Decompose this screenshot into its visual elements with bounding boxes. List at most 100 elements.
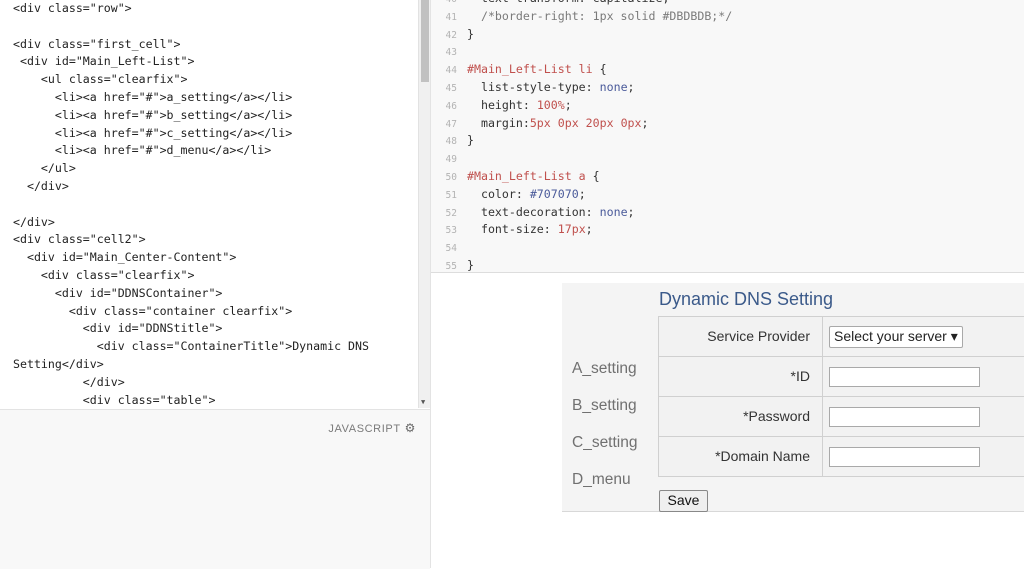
main-left-list: A_setting B_setting C_setting D_menu (562, 283, 658, 511)
html-code-line: <div class="row"> (13, 1, 132, 15)
nav-link-c-setting[interactable]: C_setting (572, 434, 637, 452)
css-code-line: 43 (431, 43, 1024, 61)
save-button[interactable]: Save (659, 490, 708, 512)
css-code-line: 50 #Main_Left-List a { (431, 168, 1024, 186)
html-code-line: <div id="Main_Left-List"> (13, 54, 195, 69)
nav-link-b-setting[interactable]: B_setting (572, 397, 637, 415)
html-code-line: <div class="cell2"> (13, 232, 146, 247)
line-number: 47 (445, 118, 457, 130)
id-input[interactable] (829, 367, 980, 387)
html-code-line: <li><a href="#">c_setting</a></li> (13, 125, 293, 140)
html-code-line: <div class="container clearfix"> (13, 303, 293, 318)
css-code-line: 47 margin:5px 0px 20px 0px; (431, 115, 1024, 133)
html-code-line: <li><a href="#">b_setting</a></li> (13, 107, 293, 122)
html-code-line: Setting</div> (13, 356, 104, 371)
css-token: { (592, 62, 607, 77)
css-code-line: 51 color: #707070; (431, 186, 1024, 204)
line-number: 51 (445, 189, 457, 201)
line-number: 52 (445, 207, 457, 219)
html-code-line: </div> (13, 178, 69, 193)
nav-link-a-setting[interactable]: A_setting (572, 360, 637, 378)
css-token: 100% (536, 97, 565, 112)
scrollbar-thumb[interactable] (421, 0, 429, 82)
html-code-line: <div id="DDNSContainer"> (13, 285, 223, 300)
css-code-line: 55} (431, 257, 1024, 272)
javascript-editor[interactable]: JAVASCRIPT ⚙ (0, 409, 430, 569)
line-number: 50 (445, 171, 457, 183)
service-provider-row: Service Provider Select your server ▾ (658, 316, 1024, 356)
container-title: Dynamic DNS Setting (659, 289, 834, 309)
line-number: 55 (445, 260, 457, 272)
css-token: ; (564, 97, 572, 112)
html-code-line (0, 196, 418, 214)
line-number: 44 (445, 65, 457, 77)
line-number: 43 (445, 47, 457, 59)
css-token: none (599, 79, 628, 94)
domain-name-label: *Domain Name (715, 448, 810, 464)
css-token: color: (467, 186, 530, 201)
scroll-down-arrow-icon[interactable]: ▼ (421, 398, 425, 406)
html-code-line: <div id="DDNStitle"> (13, 321, 223, 336)
password-label: *Password (743, 408, 810, 424)
css-token: font-size: (467, 222, 558, 237)
css-code-line: 45 list-style-type: none; (431, 79, 1024, 97)
css-token: text-decoration: (467, 204, 600, 219)
css-token: ; (641, 115, 649, 130)
css-token: #Main_Left-List li (467, 62, 593, 77)
html-code-line: <div class="table"> (13, 392, 216, 407)
domain-name-input[interactable] (829, 447, 980, 467)
html-code-line: <div id="Main_Center-Content"> (13, 250, 237, 265)
css-token: none (599, 204, 628, 219)
line-number: 49 (445, 154, 457, 166)
css-token: 5px 0px 20px 0px (529, 115, 642, 130)
html-code-line: <div class="ContainerTitle">Dynamic DNS (13, 339, 369, 354)
css-token: margin: (467, 115, 530, 130)
html-code-line: <ul class="clearfix"> (13, 72, 188, 87)
html-code-line: </div> (13, 214, 55, 229)
line-number: 45 (445, 82, 457, 94)
css-token: ; (627, 79, 635, 94)
html-code-line: </ul> (13, 161, 76, 176)
ddns-container: A_setting B_setting C_setting D_menu Dyn… (562, 283, 1024, 512)
line-number: 41 (445, 11, 457, 23)
css-token: #Main_Left-List a (467, 168, 586, 183)
domain-name-row: *Domain Name (658, 436, 1024, 477)
css-token: list-style-type: (467, 79, 600, 94)
html-code-line (0, 18, 418, 36)
css-code-line: 52 text-decoration: none; (431, 204, 1024, 222)
line-number: 54 (445, 243, 457, 255)
nav-link-d-menu[interactable]: D_menu (572, 471, 631, 489)
javascript-panel-label: JAVASCRIPT ⚙ (328, 421, 416, 435)
password-row: *Password (658, 396, 1024, 436)
gear-icon[interactable]: ⚙ (405, 421, 416, 435)
line-number: 42 (445, 29, 457, 41)
css-code-area[interactable]: 40 text-transform: capitalize; 41 /*borde… (431, 0, 1024, 272)
css-code-line: 40 text-transform: capitalize; (431, 0, 1024, 8)
css-token: } (467, 26, 474, 41)
html-code-area[interactable]: <div class="row"> <div class="first_cell"… (0, 0, 418, 408)
css-code-line: 49 (431, 150, 1024, 168)
css-code-line: 44 #Main_Left-List li { (431, 61, 1024, 79)
id-row: *ID (658, 356, 1024, 396)
line-number: 48 (445, 136, 457, 148)
css-token: } (467, 133, 474, 148)
css-token: height: (467, 97, 537, 112)
html-editor[interactable]: <div class="row"> <div class="first_cell"… (0, 0, 418, 408)
service-provider-select[interactable]: Select your server ▾ (829, 326, 963, 348)
css-code-line: 53 font-size: 17px; (431, 221, 1024, 239)
id-label: *ID (790, 368, 810, 384)
css-editor[interactable]: 40 text-transform: capitalize; 41 /*borde… (431, 0, 1024, 273)
css-code-line: 42} (431, 26, 1024, 44)
line-number: 53 (445, 225, 457, 237)
password-input[interactable] (829, 407, 980, 427)
html-code-line: <div class="first_cell"> (13, 36, 181, 51)
service-provider-label: Service Provider (707, 328, 810, 344)
css-token: /*border-right: 1px solid #DBDBDB;*/ (467, 8, 733, 23)
result-preview: A_setting B_setting C_setting D_menu Dyn… (431, 273, 1024, 568)
css-code-line: 48} (431, 132, 1024, 150)
css-token: ; (578, 186, 586, 201)
css-code-line: 54 (431, 239, 1024, 257)
css-token: } (467, 257, 474, 272)
css-token: ; (627, 204, 635, 219)
html-code-line: </div> (13, 374, 125, 389)
